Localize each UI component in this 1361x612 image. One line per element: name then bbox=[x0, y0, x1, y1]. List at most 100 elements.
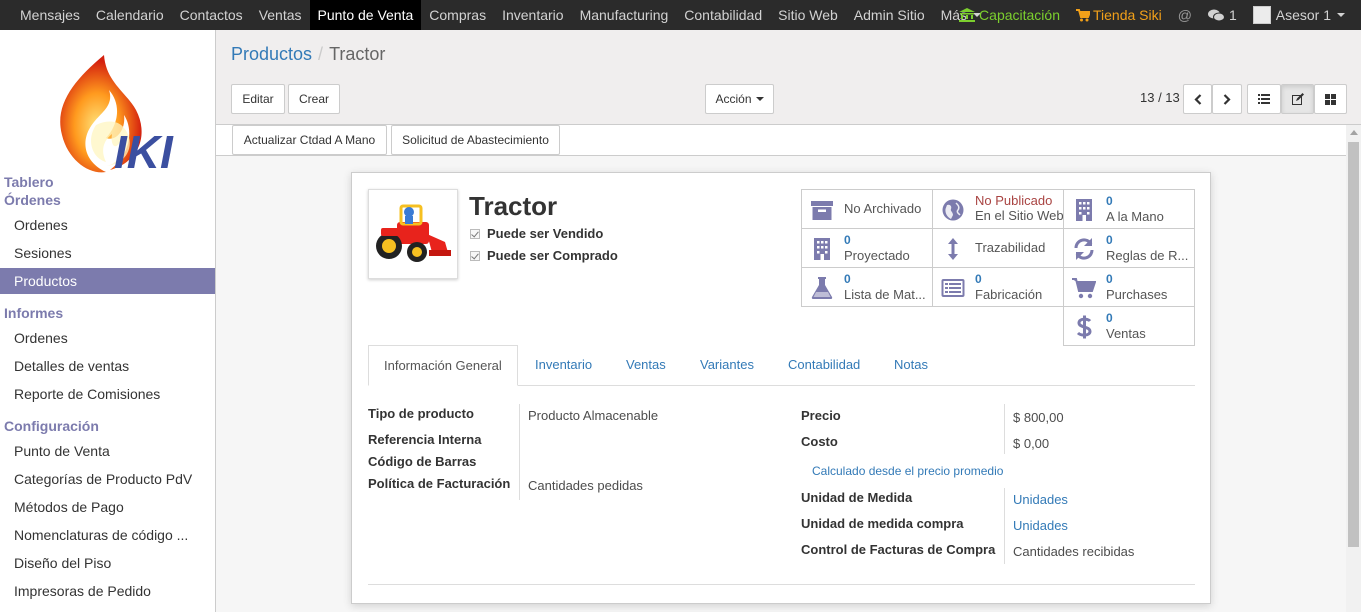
website-label: En el Sitio Web bbox=[975, 208, 1064, 223]
bom-smart-button[interactable]: 0 Lista de Mat... bbox=[801, 267, 933, 307]
sidebar-item-reporte-comisiones[interactable]: Reporte de Comisiones bbox=[0, 381, 215, 407]
sales-smart-button[interactable]: 0 Ventas bbox=[1063, 306, 1195, 346]
menu-contabilidad[interactable]: Contabilidad bbox=[676, 0, 770, 30]
comments-icon bbox=[1207, 9, 1225, 21]
sidebar-item-sesiones[interactable]: Sesiones bbox=[0, 240, 215, 266]
menu-calendario[interactable]: Calendario bbox=[88, 0, 172, 30]
messages-button[interactable]: 1 bbox=[1200, 7, 1245, 23]
bank-icon bbox=[959, 8, 976, 22]
sidebar-item-nomenclaturas[interactable]: Nomenclaturas de código ... bbox=[0, 522, 215, 548]
menu-ventas[interactable]: Ventas bbox=[251, 0, 310, 30]
forecast-smart-button[interactable]: 0 Proyectado bbox=[801, 228, 933, 268]
tab-notas[interactable]: Notas bbox=[879, 345, 943, 386]
menu-manufacturing[interactable]: Manufacturing bbox=[572, 0, 677, 30]
tab-informacion-general[interactable]: Información General bbox=[368, 345, 518, 386]
on-hand-smart-button[interactable]: 0 A la Mano bbox=[1063, 189, 1195, 229]
th-large-icon bbox=[1325, 93, 1336, 105]
menu-admin-sitio[interactable]: Admin Sitio bbox=[846, 0, 933, 30]
tienda-label: Tienda Siki bbox=[1092, 7, 1162, 23]
bill-control-value[interactable]: Cantidades recibidas bbox=[1013, 544, 1134, 559]
can-be-purchased-checkbox[interactable] bbox=[470, 250, 480, 261]
kanban-view-button[interactable] bbox=[1314, 84, 1347, 114]
cost-label: Costo bbox=[801, 434, 838, 449]
cost-value[interactable]: $ 0,00 bbox=[1013, 436, 1049, 451]
right-group-divider-top bbox=[1004, 404, 1005, 454]
sidebar-item-informe-ordenes[interactable]: Ordenes bbox=[0, 325, 215, 351]
pager-value[interactable]: 13 / 13 bbox=[1140, 90, 1180, 105]
sidebar-item-productos[interactable]: Productos bbox=[0, 268, 215, 294]
scrollbar-thumb[interactable] bbox=[1348, 142, 1359, 547]
list-view-button[interactable] bbox=[1247, 84, 1281, 114]
section-configuracion: Configuración bbox=[4, 418, 99, 434]
purchase-uom-label: Unidad de medida compra bbox=[801, 516, 964, 531]
scrollbar[interactable] bbox=[1346, 125, 1361, 612]
product-type-value[interactable]: Producto Almacenable bbox=[528, 408, 658, 423]
cost-method-note: Calculado desde el precio promedio bbox=[812, 464, 1004, 478]
action-dropdown[interactable]: Acción bbox=[705, 84, 774, 114]
uom-value[interactable]: Unidades bbox=[1013, 492, 1068, 507]
create-button[interactable]: Crear bbox=[288, 84, 340, 114]
sidebar-item-detalles-ventas[interactable]: Detalles de ventas bbox=[0, 353, 215, 379]
tab-variantes[interactable]: Variantes bbox=[685, 345, 769, 386]
building-icon bbox=[814, 238, 830, 260]
building-icon bbox=[1076, 199, 1092, 221]
pager-next-button[interactable] bbox=[1212, 84, 1242, 114]
can-be-sold-checkbox[interactable] bbox=[470, 228, 480, 239]
pager-previous-button[interactable] bbox=[1183, 84, 1212, 114]
tab-ventas[interactable]: Ventas bbox=[611, 345, 681, 386]
sidebar-item-ordenes[interactable]: Ordenes bbox=[0, 212, 215, 238]
product-image[interactable] bbox=[368, 189, 458, 279]
menu-compras[interactable]: Compras bbox=[421, 0, 494, 30]
at-icon[interactable]: @ bbox=[1170, 7, 1200, 23]
manufacturing-smart-button[interactable]: 0 Fabricación bbox=[932, 267, 1064, 307]
price-value[interactable]: $ 800,00 bbox=[1013, 410, 1064, 425]
purchases-smart-button[interactable]: 0 Purchases bbox=[1063, 267, 1195, 307]
product-name[interactable]: Tractor bbox=[469, 191, 557, 222]
systray: Capacitación Tienda Siki @ 1 Asesor 1 bbox=[951, 0, 1361, 30]
purchase-uom-value[interactable]: Unidades bbox=[1013, 518, 1068, 533]
archive-icon bbox=[811, 201, 833, 220]
manufacturing-label: Fabricación bbox=[975, 287, 1043, 302]
forecast-value: 0 bbox=[844, 233, 851, 247]
sidebar-item-categorias[interactable]: Categorías de Producto PdV bbox=[0, 466, 215, 492]
menu-mensajes[interactable]: Mensajes bbox=[0, 0, 88, 30]
control-panel: Productos / Tractor Editar Crear Acción 13… bbox=[216, 30, 1361, 125]
sidebar-item-metodos-pago[interactable]: Métodos de Pago bbox=[0, 494, 215, 520]
sales-value: 0 bbox=[1106, 311, 1113, 325]
edit-button[interactable]: Editar bbox=[231, 84, 285, 114]
shopping-cart-icon bbox=[1072, 278, 1096, 299]
tab-inventario[interactable]: Inventario bbox=[520, 345, 607, 386]
invoicing-policy-value[interactable]: Cantidades pedidas bbox=[528, 478, 643, 493]
sidebar-item-impresoras[interactable]: Impresoras de Pedido bbox=[0, 578, 215, 604]
capacitacion-link[interactable]: Capacitación bbox=[951, 7, 1068, 23]
procurement-request-button[interactable]: Solicitud de Abastecimiento bbox=[391, 125, 560, 155]
reordering-smart-button[interactable]: 0 Reglas de R... bbox=[1063, 228, 1195, 268]
breadcrumb-productos[interactable]: Productos bbox=[231, 44, 312, 64]
user-name: Asesor 1 bbox=[1275, 7, 1331, 23]
form-view-button[interactable] bbox=[1281, 84, 1314, 114]
siki-logo: IKI bbox=[60, 55, 174, 178]
section-tablero[interactable]: Tablero bbox=[4, 174, 54, 190]
update-qty-button[interactable]: Actualizar Ctdad A Mano bbox=[232, 125, 387, 155]
section-ordenes: Órdenes bbox=[4, 192, 61, 208]
archive-label: No Archivado bbox=[844, 201, 922, 216]
menu-inventario[interactable]: Inventario bbox=[494, 0, 571, 30]
traceability-smart-button[interactable]: Trazabilidad bbox=[932, 228, 1064, 268]
sidebar-item-diseno-piso[interactable]: Diseño del Piso bbox=[0, 550, 215, 576]
user-menu[interactable]: Asesor 1 bbox=[1245, 6, 1361, 24]
archive-smart-button[interactable]: No Archivado bbox=[801, 189, 933, 229]
menu-punto-de-venta[interactable]: Punto de Venta bbox=[309, 0, 422, 30]
shopping-cart-icon bbox=[1075, 8, 1090, 21]
menu-contactos[interactable]: Contactos bbox=[172, 0, 251, 30]
app-menu: Mensajes Calendario Contactos Ventas Pun… bbox=[0, 0, 989, 30]
avatar bbox=[1252, 6, 1271, 24]
sidebar-item-punto-de-venta[interactable]: Punto de Venta bbox=[0, 438, 215, 464]
scroll-up-icon[interactable] bbox=[1350, 130, 1358, 135]
website-smart-button[interactable]: No Publicado En el Sitio Web bbox=[932, 189, 1064, 229]
can-be-sold-field[interactable]: Puede ser Vendido bbox=[470, 226, 603, 241]
tienda-link[interactable]: Tienda Siki bbox=[1068, 7, 1170, 23]
product-type-label: Tipo de producto bbox=[368, 406, 474, 421]
can-be-purchased-field[interactable]: Puede ser Comprado bbox=[470, 248, 618, 263]
menu-sitio-web[interactable]: Sitio Web bbox=[770, 0, 846, 30]
tab-contabilidad[interactable]: Contabilidad bbox=[773, 345, 875, 386]
